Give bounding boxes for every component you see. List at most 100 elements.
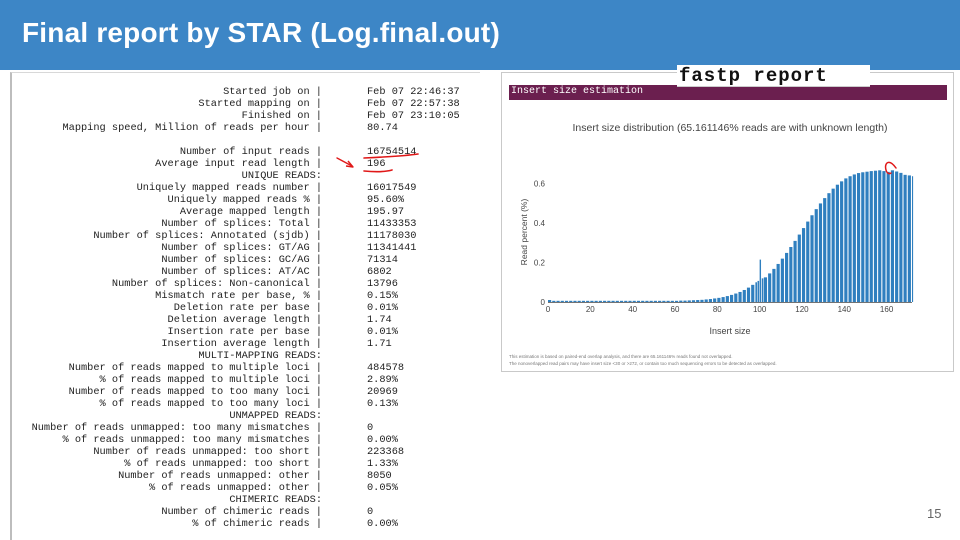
chart-bar bbox=[895, 171, 899, 302]
chart-bar bbox=[865, 171, 869, 302]
chart-bar bbox=[721, 297, 725, 302]
chart-bar bbox=[687, 300, 691, 302]
chart-bar bbox=[564, 300, 569, 302]
chart-bar bbox=[882, 171, 886, 302]
chart-bar bbox=[742, 289, 746, 302]
y-tick-label: 0.4 bbox=[534, 219, 546, 228]
chart-bar bbox=[691, 300, 696, 302]
chart-bar bbox=[878, 170, 882, 302]
chart-bar bbox=[590, 300, 594, 302]
chart-bars bbox=[548, 170, 914, 302]
chart-bar bbox=[746, 287, 751, 302]
chart-bar bbox=[581, 300, 586, 302]
chart-ylabel: Read percent (%) bbox=[519, 199, 529, 266]
chart-bar bbox=[848, 176, 852, 302]
chart-bar bbox=[594, 300, 598, 302]
chart-bar bbox=[573, 300, 577, 302]
chart-bar bbox=[717, 297, 721, 302]
page-number: 15 bbox=[927, 506, 942, 521]
chart-bar bbox=[569, 300, 573, 302]
chart-bar bbox=[873, 170, 878, 302]
chart-bar bbox=[619, 300, 624, 302]
x-tick-label: 140 bbox=[838, 305, 852, 314]
chart-bar bbox=[856, 173, 861, 302]
chart-bar bbox=[861, 172, 865, 302]
chart-bar bbox=[641, 300, 645, 302]
chart-bar bbox=[560, 300, 564, 302]
chart-bar bbox=[552, 300, 556, 302]
chart-bar bbox=[903, 174, 907, 302]
chart-bar bbox=[823, 198, 827, 302]
x-tick-label: 40 bbox=[628, 305, 637, 314]
x-tick-label: 160 bbox=[880, 305, 894, 314]
chart-bar bbox=[683, 300, 687, 302]
chart-bar bbox=[899, 172, 903, 302]
chart-bar bbox=[890, 170, 895, 302]
chart-bar bbox=[827, 193, 831, 302]
chart-bar bbox=[653, 300, 657, 302]
chart-bar bbox=[598, 300, 602, 302]
chart-bar bbox=[912, 176, 914, 302]
chart-xlabel: Insert size bbox=[709, 326, 750, 336]
chart-bar bbox=[662, 300, 666, 302]
chart-bar bbox=[674, 300, 679, 302]
chart-bar bbox=[751, 284, 755, 302]
chart-bar bbox=[611, 300, 615, 302]
chart-bar bbox=[700, 299, 704, 302]
chart-bar bbox=[713, 298, 717, 302]
chart-bar bbox=[603, 300, 607, 302]
chart-bar bbox=[763, 277, 768, 302]
chart-bar bbox=[649, 300, 653, 302]
chart-bar bbox=[607, 300, 611, 302]
chart-bar bbox=[670, 300, 674, 302]
peak-circle-mark bbox=[884, 161, 897, 175]
chart-bar bbox=[907, 175, 911, 302]
chart-bar bbox=[772, 268, 776, 302]
chart-bar bbox=[679, 300, 683, 302]
chart-bar bbox=[785, 252, 789, 302]
underline-input-reads bbox=[363, 153, 419, 159]
x-tick-label: 120 bbox=[795, 305, 809, 314]
chart-bar bbox=[869, 171, 873, 302]
chart-bar bbox=[840, 181, 844, 302]
y-tick-label: 0 bbox=[541, 298, 546, 307]
chart-bar bbox=[666, 300, 670, 302]
chart-bar bbox=[818, 203, 823, 302]
underline-read-length bbox=[363, 169, 393, 173]
chart-bar bbox=[793, 240, 797, 302]
chart-bar bbox=[704, 299, 708, 302]
chart-bar bbox=[761, 278, 764, 302]
chart-bar bbox=[852, 174, 856, 302]
chart-bar bbox=[738, 291, 742, 302]
chart-bar bbox=[586, 300, 590, 302]
chart-bar bbox=[708, 299, 713, 302]
chart-bar bbox=[696, 300, 700, 302]
chart-bar bbox=[548, 300, 552, 302]
chart-bar bbox=[730, 294, 734, 302]
x-tick-label: 100 bbox=[753, 305, 767, 314]
insert-size-chart: Insert size distribution (65.161146% rea… bbox=[336, 122, 914, 336]
x-tick-label: 20 bbox=[586, 305, 595, 314]
arrow-shaft bbox=[336, 157, 353, 167]
x-tick-label: 80 bbox=[713, 305, 722, 314]
chart-title: Insert size distribution (65.161146% rea… bbox=[573, 122, 888, 134]
chart-bar bbox=[810, 215, 814, 302]
y-tick-label: 0.6 bbox=[534, 180, 546, 189]
chart-bar bbox=[831, 188, 835, 302]
chart-bar bbox=[780, 258, 784, 302]
chart-bar bbox=[814, 209, 818, 302]
annotations bbox=[336, 153, 897, 175]
chart-bar bbox=[757, 280, 760, 302]
chart-bar bbox=[632, 300, 636, 302]
chart-bar bbox=[806, 221, 810, 302]
chart-bar bbox=[556, 300, 560, 302]
chart-bar bbox=[734, 293, 738, 302]
chart-bar bbox=[759, 259, 762, 302]
x-tick-label: 0 bbox=[546, 305, 551, 314]
chart-bar bbox=[789, 246, 793, 302]
chart-bar bbox=[844, 178, 848, 302]
chart-bar bbox=[797, 234, 801, 302]
y-tick-label: 0.2 bbox=[534, 259, 546, 268]
chart-bar bbox=[886, 171, 890, 302]
chart-bar bbox=[801, 228, 806, 302]
